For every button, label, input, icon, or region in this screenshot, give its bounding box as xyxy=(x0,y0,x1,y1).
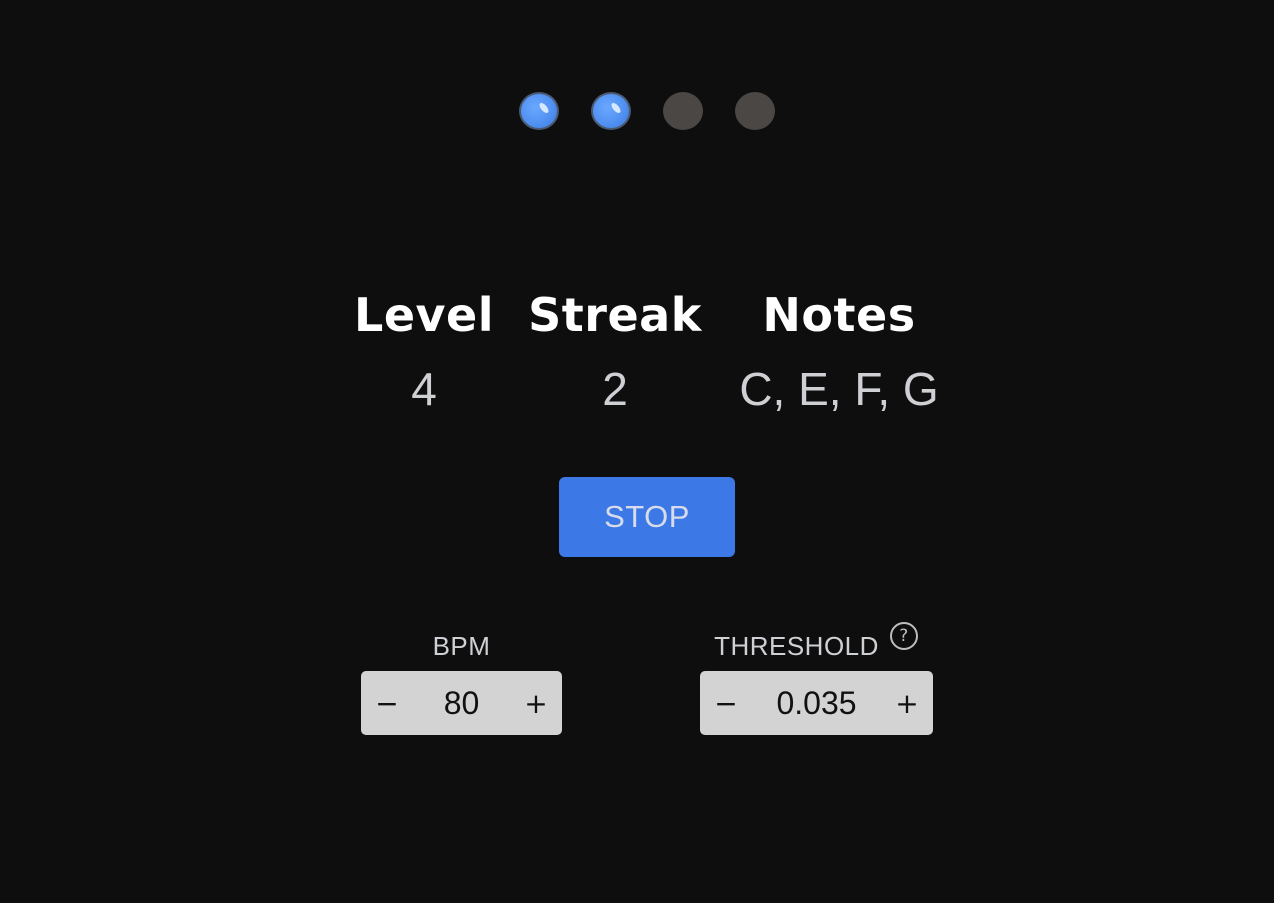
bpm-control: BPM − 80 + xyxy=(361,626,562,735)
beat-dot-1 xyxy=(519,92,559,130)
threshold-label-row: THRESHOLD ? xyxy=(700,622,933,666)
stat-level: Level 4 xyxy=(344,288,504,416)
threshold-stepper: − 0.035 + xyxy=(700,671,933,735)
threshold-decrement-button[interactable]: − xyxy=(700,671,752,735)
threshold-increment-button[interactable]: + xyxy=(881,671,933,735)
beat-dot-2 xyxy=(591,92,631,130)
streak-label: Streak xyxy=(528,288,702,342)
level-value: 4 xyxy=(411,363,437,415)
bpm-label: BPM xyxy=(432,631,491,661)
notes-value: C, E, F, G xyxy=(739,363,939,415)
level-label: Level xyxy=(354,288,494,342)
stat-notes: Notes C, E, F, G xyxy=(728,288,950,416)
bpm-stepper: − 80 + xyxy=(361,671,562,735)
threshold-label: THRESHOLD xyxy=(714,631,879,661)
streak-value: 2 xyxy=(602,363,628,415)
beat-dot-4 xyxy=(735,92,775,130)
beat-indicator xyxy=(0,92,1274,130)
bpm-value[interactable]: 80 xyxy=(413,685,510,722)
stop-button[interactable]: STOP xyxy=(559,477,735,557)
stat-streak: Streak 2 xyxy=(525,288,705,416)
app-page: Level 4 Streak 2 Notes C, E, F, G STOP B… xyxy=(0,0,1274,903)
help-icon[interactable]: ? xyxy=(890,622,918,650)
bpm-increment-button[interactable]: + xyxy=(510,671,562,735)
threshold-control: THRESHOLD ? − 0.035 + xyxy=(700,622,933,735)
beat-dot-3 xyxy=(663,92,703,130)
notes-label: Notes xyxy=(762,288,916,342)
threshold-value[interactable]: 0.035 xyxy=(752,685,881,722)
bpm-decrement-button[interactable]: − xyxy=(361,671,413,735)
